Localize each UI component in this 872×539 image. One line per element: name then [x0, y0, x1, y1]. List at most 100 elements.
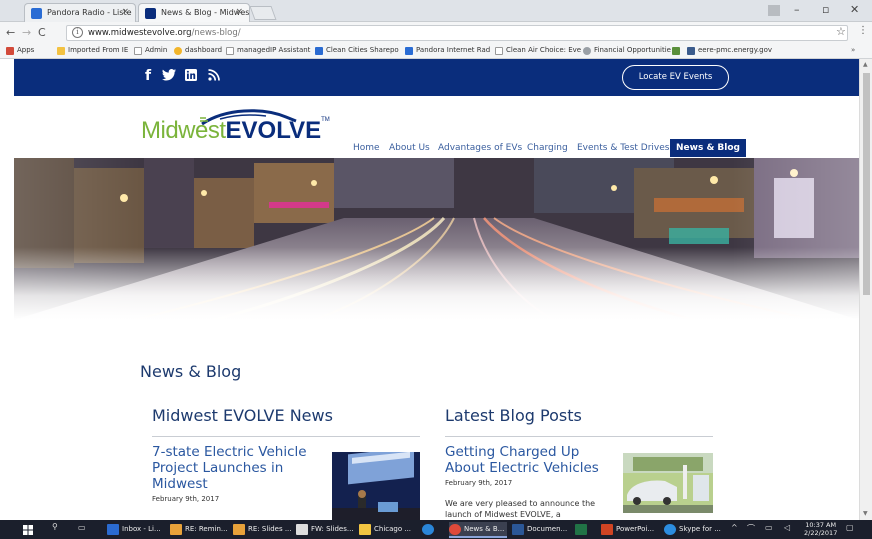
hero-city-night-image — [14, 158, 859, 320]
search-icon[interactable]: ⚲ — [52, 522, 58, 531]
eere-icon — [687, 47, 695, 55]
show-hidden-icons-chevron-icon[interactable]: ^ — [731, 523, 738, 532]
notifications-icon[interactable]: ▢ — [846, 523, 854, 532]
blog-post-thumbnail[interactable] — [623, 453, 713, 513]
green-leaf-icon — [672, 47, 680, 55]
page-icon — [226, 47, 234, 55]
tab-label: Pandora Radio - Liste — [47, 8, 132, 17]
excel-icon — [575, 524, 587, 535]
taskbar-skype[interactable]: Skype for ... — [664, 522, 722, 538]
news-column-divider — [152, 436, 420, 437]
bookmark-apps[interactable]: Apps — [6, 46, 34, 55]
bookmark-star-icon[interactable]: ☆ — [836, 25, 846, 38]
page-scrollbar[interactable]: ▲ ▼ — [859, 59, 872, 520]
task-view-icon[interactable]: ▭ — [78, 523, 86, 532]
tab-news-blog[interactable]: News & Blog - Midwest × — [138, 3, 250, 22]
taskbar-chrome-news-blog[interactable]: News & B... — [449, 522, 507, 538]
back-arrow-icon[interactable]: ← — [6, 26, 15, 39]
volume-icon[interactable]: ◁ — [784, 523, 790, 532]
address-bar[interactable]: i www.midwestevolve.org/news-blog/ — [66, 25, 848, 41]
taskbar-excel[interactable] — [575, 522, 595, 538]
bookmark-dashboard[interactable]: dashboard — [174, 46, 222, 55]
folder-icon — [57, 47, 65, 55]
taskbar-re-slides[interactable]: RE: Slides ... — [233, 522, 291, 538]
battery-icon[interactable]: ▭ — [765, 523, 773, 532]
bookmark-clean-cities[interactable]: Clean Cities Sharepo — [315, 46, 399, 55]
profile-icon[interactable] — [768, 5, 780, 16]
bookmark-financial[interactable]: Financial Opportunitie — [583, 46, 671, 55]
news-column-title: Midwest EVOLVE News — [152, 406, 333, 425]
taskbar-word-document[interactable]: Documen... — [512, 522, 570, 538]
hero-bottom-fade — [14, 158, 859, 320]
blog-post-date: February 9th, 2017 — [445, 479, 513, 487]
minimize-icon[interactable]: – — [794, 3, 800, 16]
folder-icon — [359, 524, 371, 535]
nav-advantages[interactable]: Advantages of EVs — [438, 139, 522, 157]
bookmark-imported-ie[interactable]: Imported From IE — [57, 46, 128, 55]
bookmark-eere[interactable]: eere-pmc.energy.gov — [687, 46, 772, 55]
nav-news-blog[interactable]: News & Blog — [670, 139, 746, 157]
webpage: f Locate EV Events MidwestEVOLVETM Home … — [14, 59, 859, 520]
news-post-title[interactable]: 7-state Electric Vehicle Project Launche… — [152, 444, 320, 492]
dashboard-icon — [174, 47, 182, 55]
linkedin-icon[interactable] — [185, 69, 197, 85]
apps-grid-icon — [6, 47, 14, 55]
pandora-favicon-icon — [31, 8, 42, 19]
news-post-thumbnail[interactable] — [332, 452, 420, 520]
scroll-down-icon[interactable]: ▼ — [863, 510, 868, 517]
blog-post-excerpt: We are very pleased to announce the laun… — [445, 499, 596, 519]
taskbar-outlook-inbox[interactable]: Inbox - Li... — [107, 522, 165, 538]
taskbar-chicago-folder[interactable]: Chicago ... — [359, 522, 415, 538]
bookmark-managedip[interactable]: managedIP Assistant — [226, 46, 310, 55]
taskbar-clock[interactable]: 10:37 AM 2/22/2017 — [804, 521, 837, 537]
site-info-icon[interactable]: i — [72, 27, 83, 38]
mail-icon — [170, 524, 182, 535]
page-icon — [495, 47, 503, 55]
nav-about-us[interactable]: About Us — [389, 139, 430, 157]
chrome-icon — [449, 524, 461, 535]
taskbar-fw-slides[interactable]: FW: Slides... — [296, 522, 354, 538]
locate-ev-events-button[interactable]: Locate EV Events — [622, 65, 729, 90]
twitter-icon[interactable] — [162, 69, 176, 85]
forward-arrow-icon[interactable]: → — [22, 26, 31, 39]
clock-date: 2/22/2017 — [804, 529, 838, 537]
globe-icon — [583, 47, 591, 55]
browser-menu-icon[interactable]: ⋮ — [858, 25, 868, 36]
maximize-icon[interactable]: ▫ — [822, 3, 829, 16]
powerpoint-icon — [601, 524, 613, 535]
page-icon — [134, 47, 142, 55]
news-post-date: February 9th, 2017 — [152, 495, 220, 503]
nav-charging[interactable]: Charging — [527, 139, 568, 157]
windows-start-icon[interactable] — [23, 525, 33, 535]
more-bookmarks-icon[interactable]: » — [851, 46, 855, 54]
blog-post-title[interactable]: Getting Charged Up About Electric Vehicl… — [445, 444, 615, 476]
browser-toolbar: ← → C i www.midwestevolve.org/news-blog/ — [0, 22, 872, 44]
midwest-evolve-logo[interactable]: MidwestEVOLVETM — [141, 117, 330, 145]
mail-icon — [296, 524, 308, 535]
skype-icon — [664, 524, 676, 535]
edge-browser-icon — [422, 524, 434, 535]
bookmark-pandora[interactable]: Pandora Internet Rad — [405, 46, 490, 55]
nav-home[interactable]: Home — [353, 139, 380, 157]
scroll-thumb[interactable] — [863, 73, 870, 295]
bookmark-admin[interactable]: Admin — [134, 46, 167, 55]
blog-column-title: Latest Blog Posts — [445, 406, 582, 425]
rss-icon[interactable] — [208, 69, 220, 85]
tab-close-icon[interactable]: × — [121, 7, 129, 17]
bookmark-clean-air[interactable]: Clean Air Choice: Eve — [495, 46, 581, 55]
taskbar-edge[interactable] — [422, 522, 442, 538]
network-icon[interactable]: ⌒ — [747, 523, 755, 534]
taskbar-powerpoint[interactable]: PowerPoi... — [601, 522, 659, 538]
facebook-icon[interactable]: f — [145, 68, 151, 84]
reload-icon[interactable]: C — [38, 26, 46, 39]
taskbar-re-reminder[interactable]: RE: Remin... — [170, 522, 228, 538]
tab-pandora[interactable]: Pandora Radio - Liste × — [24, 3, 136, 22]
scroll-up-icon[interactable]: ▲ — [863, 61, 868, 68]
nav-events-test-drives[interactable]: Events & Test Drives — [577, 139, 669, 157]
blog-column-divider — [445, 436, 713, 437]
tab-close-icon[interactable]: × — [235, 7, 243, 17]
midwest-favicon-icon — [145, 8, 156, 19]
mail-icon — [233, 524, 245, 535]
close-window-icon[interactable]: ✕ — [850, 3, 859, 16]
new-tab-button[interactable] — [249, 6, 277, 20]
